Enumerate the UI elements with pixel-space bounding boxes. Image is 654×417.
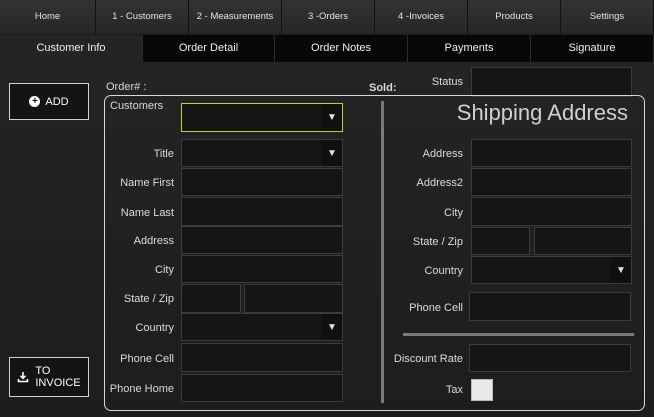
name-first-input[interactable] (181, 168, 343, 196)
ship-country-label: Country (424, 265, 463, 277)
phone-cell-label: Phone Cell (120, 353, 174, 365)
country-select[interactable]: ▼ (181, 313, 343, 341)
discount-rate-label: Discount Rate (393, 353, 463, 365)
country-label: Country (135, 322, 174, 334)
ship-zip-input[interactable] (534, 227, 632, 255)
ship-address-input[interactable] (471, 139, 632, 167)
phone-home-input[interactable] (181, 374, 343, 402)
phone-cell-input[interactable] (181, 343, 343, 372)
nav-orders[interactable]: 3 -Orders (282, 0, 375, 34)
name-first-label: Name First (120, 177, 174, 189)
to-invoice-button[interactable]: TO INVOICE (9, 357, 89, 397)
ship-address2-label: Address2 (416, 177, 463, 189)
city-label: City (155, 264, 174, 276)
ship-state-input[interactable] (471, 227, 530, 255)
nav-customers[interactable]: 1 - Customers (96, 0, 189, 34)
ship-address2-input[interactable] (471, 168, 632, 196)
ship-city-input[interactable] (471, 197, 632, 226)
nav-settings[interactable]: Settings (561, 0, 654, 34)
panel-divider (381, 101, 384, 403)
to-invoice-line2: INVOICE (35, 377, 81, 389)
discount-rate-input[interactable] (469, 344, 631, 372)
state-zip-label: State / Zip (123, 293, 174, 305)
phone-home-label: Phone Home (109, 383, 174, 395)
customers-label: Customers (110, 100, 164, 112)
chevron-down-icon[interactable]: ▼ (322, 104, 342, 131)
tax-checkbox[interactable] (471, 379, 493, 401)
shipping-title: Shipping Address (456, 100, 628, 125)
download-icon (18, 372, 29, 383)
customers-select[interactable]: ▼ (181, 103, 343, 132)
tab-signature[interactable]: Signature (531, 35, 654, 62)
name-last-input[interactable] (181, 197, 343, 226)
chevron-down-icon[interactable]: ▼ (322, 140, 342, 166)
city-input[interactable] (181, 255, 343, 283)
to-invoice-line1: TO (35, 365, 51, 377)
address-label: Address (133, 235, 174, 247)
nav-invoices[interactable]: 4 -Invoices (375, 0, 468, 34)
ship-phone-cell-input[interactable] (469, 292, 631, 321)
title-select[interactable]: ▼ (181, 139, 343, 167)
tab-payments[interactable]: Payments (408, 35, 531, 62)
nav-measurements[interactable]: 2 - Measurements (189, 0, 282, 34)
ship-phone-cell-label: Phone Cell (409, 302, 463, 314)
title-label: Title (153, 148, 174, 160)
add-button[interactable]: + ADD (9, 83, 89, 120)
state-input[interactable] (181, 284, 241, 313)
chevron-down-icon[interactable]: ▼ (611, 257, 631, 283)
tax-label: Tax (445, 384, 463, 396)
ship-country-select[interactable]: ▼ (471, 256, 632, 284)
nav-products[interactable]: Products (468, 0, 561, 34)
status-field[interactable] (471, 67, 632, 97)
ship-state-zip-label: State / Zip (412, 236, 463, 248)
status-label: Status (431, 76, 463, 88)
shipping-divider (403, 333, 634, 336)
name-last-label: Name Last (120, 207, 174, 219)
sold-label: Sold: (369, 82, 397, 94)
tab-order-notes[interactable]: Order Notes (275, 35, 408, 62)
tab-customer-info[interactable]: Customer Info (0, 35, 143, 62)
ship-city-label: City (444, 207, 463, 219)
zip-input[interactable] (244, 284, 343, 313)
top-nav: Home 1 - Customers 2 - Measurements 3 -O… (0, 0, 654, 34)
address-input[interactable] (181, 226, 343, 254)
order-number-label: Order# : (106, 81, 147, 93)
chevron-down-icon[interactable]: ▼ (322, 314, 342, 340)
plus-circle-icon: + (29, 96, 41, 107)
sub-tabs: Customer Info Order Detail Order Notes P… (0, 35, 654, 62)
tab-order-detail[interactable]: Order Detail (143, 35, 275, 62)
add-button-label: ADD (45, 95, 69, 108)
ship-address-label: Address (422, 148, 463, 160)
nav-home[interactable]: Home (0, 0, 96, 34)
